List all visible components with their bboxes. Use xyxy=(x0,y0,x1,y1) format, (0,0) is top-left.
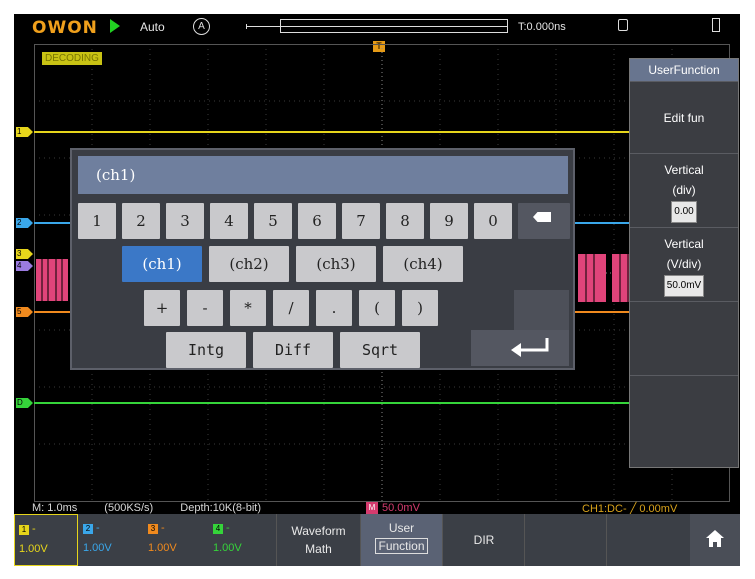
vertical-vdiv-value: 50.0mV xyxy=(663,275,705,297)
vertical-div-unit: (div) xyxy=(672,183,696,197)
vertical-div-value: 0.00 xyxy=(671,201,697,223)
home-icon xyxy=(706,530,724,547)
menu-title: UserFunction xyxy=(630,59,738,81)
brand-logo: OWON xyxy=(32,18,98,38)
key-diff[interactable]: Diff xyxy=(253,332,333,368)
key-minus[interactable]: - xyxy=(187,290,223,326)
ch2-scale: 1.00V xyxy=(83,542,112,554)
acquire-mode: Auto xyxy=(140,20,165,34)
ch1-coupling: - xyxy=(32,523,36,535)
vertical-vdiv-unit: (V/div) xyxy=(666,257,702,271)
vertical-vdiv-button[interactable]: Vertical (V/div) 50.0mV xyxy=(630,227,738,301)
status-line: M: 1.0ms (500KS/s) Depth:10K(8-bit) xyxy=(32,502,261,514)
trigger-time: T:0.000ns xyxy=(518,21,566,33)
key-5[interactable]: 5 xyxy=(254,203,292,239)
key-intg[interactable]: Intg xyxy=(166,332,246,368)
softkey-empty-1[interactable] xyxy=(524,514,607,566)
key-open-paren[interactable]: ( xyxy=(359,290,395,326)
key-dot[interactable]: . xyxy=(316,290,352,326)
ch5-marker[interactable]: 5 xyxy=(16,307,33,317)
trigger-mode-icon: A xyxy=(193,18,210,35)
key-7[interactable]: 7 xyxy=(342,203,380,239)
run-state-icon xyxy=(110,19,120,33)
key-4[interactable]: 4 xyxy=(210,203,248,239)
lock-icon xyxy=(618,19,628,31)
key-8[interactable]: 8 xyxy=(386,203,424,239)
ch3-button[interactable]: 3 - 1.00V xyxy=(144,514,208,566)
ch4-button[interactable]: 4 - 1.00V xyxy=(209,514,273,566)
key-9[interactable]: 9 xyxy=(430,203,468,239)
key-ch3[interactable]: (ch3) xyxy=(296,246,376,282)
ch1-badge: 1 xyxy=(19,525,29,535)
ch3-marker[interactable]: 3 xyxy=(16,249,33,259)
waveform-math-label: Waveform xyxy=(291,524,346,538)
key-multiply[interactable]: * xyxy=(230,290,266,326)
memory-depth: Depth:10K(8-bit) xyxy=(180,502,261,514)
decode-marker[interactable]: D xyxy=(16,398,33,408)
key-6[interactable]: 6 xyxy=(298,203,336,239)
decoding-indicator: DECODING xyxy=(42,52,102,65)
ch3-coupling: - xyxy=(161,522,165,534)
memory-window-indicator xyxy=(280,19,508,33)
sample-rate: (500KS/s) xyxy=(104,502,154,514)
menu-slot-5[interactable] xyxy=(630,375,738,450)
math-badge: M xyxy=(366,502,378,514)
ch3-scale: 1.00V xyxy=(148,542,177,554)
key-plus[interactable]: + xyxy=(144,290,180,326)
battery-icon xyxy=(712,18,720,32)
home-button[interactable] xyxy=(690,514,740,566)
user-function-menu: UserFunction Edit fun Vertical (div) 0.0… xyxy=(629,58,739,468)
key-2[interactable]: 2 xyxy=(122,203,160,239)
key-ch4[interactable]: (ch4) xyxy=(383,246,463,282)
ch2-coupling: - xyxy=(96,522,100,534)
edit-function-button[interactable]: Edit fun xyxy=(630,81,738,154)
oscilloscope-screen: OWON Auto A T:0.000ns T DECODING 1 2 3 4… xyxy=(14,14,740,566)
function-keyboard: (ch1) 1 2 3 4 5 6 7 8 9 0 (ch1) (ch2) (c… xyxy=(70,148,575,370)
ch4-marker[interactable]: 4 xyxy=(16,261,33,271)
ch2-badge: 2 xyxy=(83,524,93,534)
dir-label: DIR xyxy=(473,533,495,547)
enter-key[interactable] xyxy=(471,330,569,366)
backspace-key[interactable] xyxy=(518,203,570,239)
key-close-paren[interactable]: ) xyxy=(402,290,438,326)
enter-icon xyxy=(511,338,549,357)
ch1-button[interactable]: 1 - 1.00V xyxy=(14,514,78,566)
ch4-badge: 4 xyxy=(213,524,223,534)
ch1-marker[interactable]: 1 xyxy=(16,127,33,137)
backspace-icon xyxy=(533,212,551,222)
dir-softkey[interactable]: DIR xyxy=(442,514,525,566)
ch4-scale: 1.00V xyxy=(213,542,242,554)
waveform-math-label-2: Math xyxy=(305,542,332,556)
expression-field[interactable]: (ch1) xyxy=(78,156,568,194)
softkey-empty-2[interactable] xyxy=(606,514,691,566)
key-sqrt[interactable]: Sqrt xyxy=(340,332,420,368)
key-0[interactable]: 0 xyxy=(474,203,512,239)
timebase: M: 1.0ms xyxy=(32,502,78,514)
waveform-math-softkey[interactable]: Waveform Math xyxy=(276,514,360,566)
user-function-label-2: Function xyxy=(375,538,428,554)
user-function-label: User xyxy=(388,521,415,535)
edit-function-label: Edit fun xyxy=(663,111,705,125)
key-divide[interactable]: / xyxy=(273,290,309,326)
ch1-scale: 1.00V xyxy=(19,543,48,555)
key-1[interactable]: 1 xyxy=(78,203,116,239)
bottom-softkey-bar: 1 - 1.00V 2 - 1.00V 3 - 1.00V 4 - 1.00V … xyxy=(14,514,740,566)
key-3[interactable]: 3 xyxy=(166,203,204,239)
vertical-vdiv-label: Vertical xyxy=(664,237,704,251)
ch3-badge: 3 xyxy=(148,524,158,534)
vertical-div-label: Vertical xyxy=(664,163,704,177)
enter-key-top[interactable] xyxy=(514,290,569,330)
ch4-coupling: - xyxy=(226,522,230,534)
ch2-marker[interactable]: 2 xyxy=(16,218,33,228)
ch2-button[interactable]: 2 - 1.00V xyxy=(79,514,143,566)
math-scale: 50.0mV xyxy=(382,502,420,514)
key-ch1[interactable]: (ch1) xyxy=(122,246,202,282)
key-ch2[interactable]: (ch2) xyxy=(209,246,289,282)
vertical-div-button[interactable]: Vertical (div) 0.00 xyxy=(630,153,738,227)
menu-slot-4[interactable] xyxy=(630,301,738,376)
user-function-softkey[interactable]: User Function xyxy=(360,514,442,566)
